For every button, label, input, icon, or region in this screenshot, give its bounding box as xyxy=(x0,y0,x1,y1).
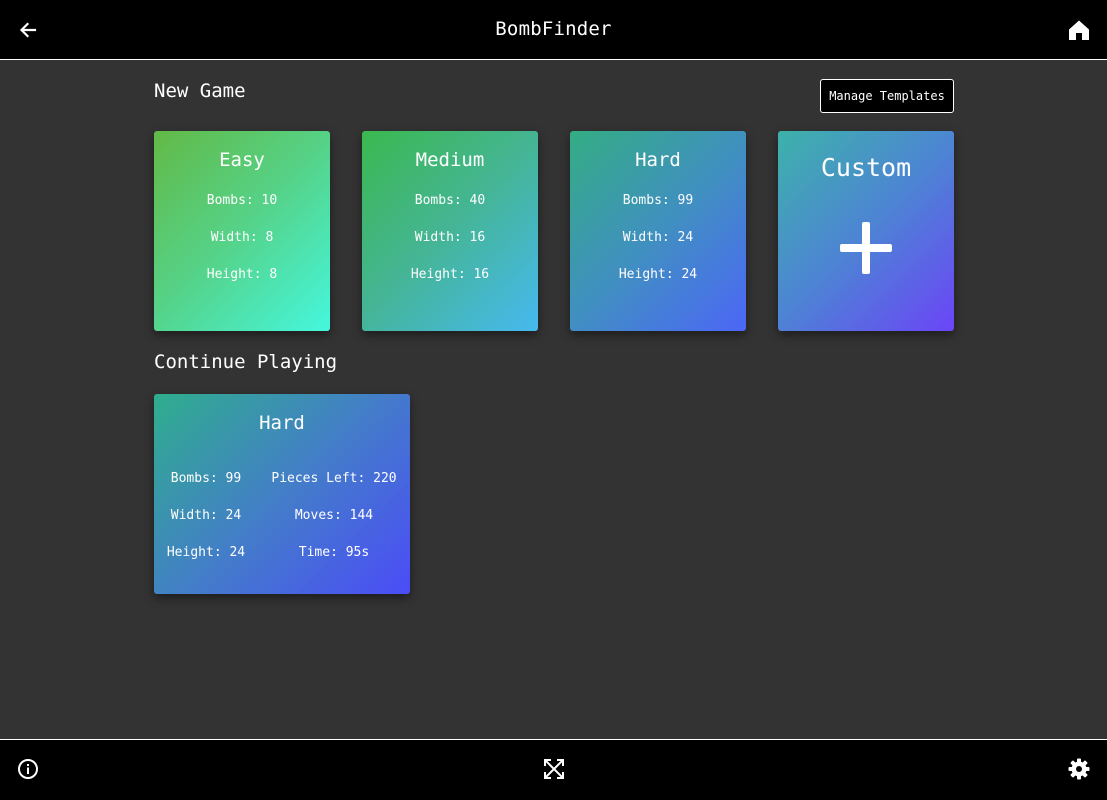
manage-templates-button[interactable]: Manage Templates xyxy=(820,79,954,113)
height-stat: Height: 24 xyxy=(166,545,246,560)
width-stat: Width: 8 xyxy=(210,230,274,245)
gear-icon xyxy=(1068,758,1090,780)
info-icon xyxy=(18,759,38,779)
plus-icon xyxy=(840,222,892,274)
card-title: Hard xyxy=(635,149,681,171)
card-title: Hard xyxy=(259,412,305,434)
new-game-heading: New Game xyxy=(154,80,246,102)
height-stat: Height: 16 xyxy=(410,267,490,282)
card-title: Easy xyxy=(219,149,265,171)
template-card-medium[interactable]: Medium Bombs: 40 Width: 16 Height: 16 xyxy=(362,131,538,331)
settings-button[interactable] xyxy=(1065,755,1093,783)
width-stat: Width: 24 xyxy=(170,508,242,523)
card-title: Medium xyxy=(415,149,485,171)
info-button[interactable] xyxy=(14,755,42,783)
height-stat: Height: 24 xyxy=(618,267,698,282)
fullscreen-button[interactable] xyxy=(540,755,568,783)
app-title: BombFinder xyxy=(495,18,612,40)
custom-game-card[interactable]: Custom xyxy=(778,131,954,331)
saved-game-card[interactable]: Hard Bombs: 99 Width: 24 Height: 24 Piec… xyxy=(154,394,410,594)
home-icon xyxy=(1069,20,1089,40)
width-stat: Width: 24 xyxy=(622,230,694,245)
bombs-stat: Bombs: 40 xyxy=(414,193,486,208)
card-title: Custom xyxy=(820,153,912,182)
template-card-easy[interactable]: Easy Bombs: 10 Width: 8 Height: 8 xyxy=(154,131,330,331)
height-stat: Height: 8 xyxy=(206,267,278,282)
bombs-stat: Bombs: 10 xyxy=(206,193,278,208)
bombs-stat: Bombs: 99 xyxy=(622,193,694,208)
pieces-left-stat: Pieces Left: 220 xyxy=(271,471,397,486)
width-stat: Width: 16 xyxy=(414,230,486,245)
bottom-app-bar xyxy=(0,739,1107,800)
fullscreen-icon xyxy=(544,759,564,779)
template-card-hard[interactable]: Hard Bombs: 99 Width: 24 Height: 24 xyxy=(570,131,746,331)
bombs-stat: Bombs: 99 xyxy=(170,471,242,486)
time-stat: Time: 95s xyxy=(298,545,370,560)
moves-stat: Moves: 144 xyxy=(294,508,374,523)
continue-playing-heading: Continue Playing xyxy=(154,351,338,373)
home-button[interactable] xyxy=(1065,16,1093,44)
top-app-bar: BombFinder xyxy=(0,0,1107,60)
